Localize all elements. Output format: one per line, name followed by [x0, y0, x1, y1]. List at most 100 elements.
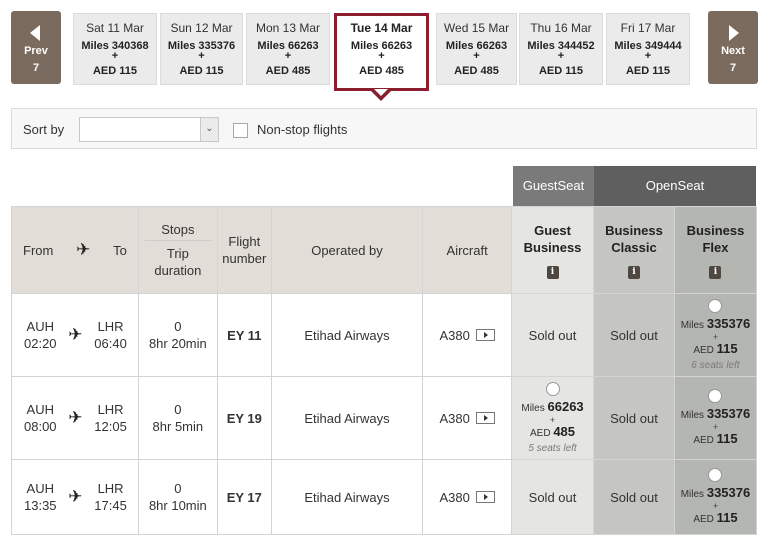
aircraft-details-play-icon[interactable]: [475, 491, 495, 503]
aircraft-cell: A380: [422, 459, 513, 535]
stops-count: 0: [174, 481, 182, 496]
header-stops-duration: Stops Trip duration: [137, 206, 218, 294]
sort-by-select[interactable]: ⌄: [79, 117, 219, 142]
plus-sign: +: [712, 500, 719, 511]
nonstop-label[interactable]: Non-stop flights: [257, 122, 347, 137]
arrival-time: 06:40: [94, 336, 127, 351]
airplane-icon: ✈: [68, 408, 83, 427]
info-icon[interactable]: i: [627, 265, 640, 279]
fare-radio[interactable]: [708, 299, 723, 313]
stops-count: 0: [174, 319, 182, 334]
miles-value: 335376: [706, 316, 751, 331]
plus-sign: +: [712, 332, 719, 342]
sort-by-label: Sort by: [23, 122, 65, 137]
date-tile-wed-15[interactable]: Wed 15 Mar Miles 66263 + AED 485: [436, 13, 517, 85]
date-aed: AED 115: [625, 65, 671, 77]
guestseat-category-header: GuestSeat: [513, 166, 594, 206]
header-stops: Stops: [144, 222, 211, 241]
fare-radio[interactable]: [708, 467, 723, 482]
nonstop-checkbox[interactable]: [233, 123, 248, 138]
departure-time: 02:20: [24, 336, 57, 351]
date-aed: AED 115: [538, 65, 584, 77]
miles-label: Miles: [680, 488, 705, 500]
date-tile-sun-12[interactable]: Sun 12 Mar Miles 335376 + AED 115: [160, 13, 243, 85]
openseat-category-header: OpenSeat: [594, 166, 756, 206]
date-tile-sat-11[interactable]: Sat 11 Mar Miles 340368 + AED 115: [73, 13, 157, 85]
miles-label: Miles: [680, 320, 705, 331]
aed-label: AED: [693, 345, 714, 356]
prev-label: Prev: [24, 45, 48, 57]
operator: Etihad Airways: [270, 459, 424, 535]
chevron-down-icon[interactable]: ⌄: [200, 118, 218, 141]
aircraft-details-play-icon[interactable]: [475, 329, 495, 341]
date-aed: AED 115: [92, 65, 138, 77]
aed-value: 115: [716, 509, 738, 525]
trip-duration: 8hr 20min: [148, 336, 207, 351]
date-tile-fri-17[interactable]: Fri 17 Mar Miles 349444 + AED 115: [606, 13, 690, 85]
date-tile-mon-13[interactable]: Mon 13 Mar Miles 66263 + AED 485: [246, 13, 330, 85]
date-aed: AED 485: [359, 65, 404, 77]
info-icon[interactable]: i: [709, 265, 722, 279]
aircraft-type: A380: [439, 327, 470, 343]
prev-count: 7: [32, 62, 40, 74]
header-business-flex: Business Flex i: [673, 206, 758, 294]
date-tile-tue-14-selected[interactable]: Tue 14 Mar Miles 66263 + AED 485: [334, 13, 429, 91]
departure-time: 13:35: [24, 498, 57, 513]
stops-count: 0: [174, 402, 182, 417]
header-flight-number: Flight number: [216, 206, 272, 294]
trip-duration: 8hr 10min: [148, 498, 207, 513]
aircraft-cell: A380: [422, 293, 513, 377]
date-plus: +: [644, 50, 652, 62]
fare-business-flex[interactable]: Miles 335376 + AED 115: [673, 376, 758, 460]
stops-cell: 0 8hr 10min: [137, 459, 218, 535]
header-to: To: [113, 242, 127, 258]
fare-business-classic: Sold out: [593, 293, 675, 377]
info-icon[interactable]: i: [546, 265, 559, 279]
aircraft-cell: A380: [422, 376, 513, 460]
arrival-time: 17:45: [94, 498, 127, 513]
fare-guest-business[interactable]: Miles 66263 + AED 485 5 seats left: [511, 376, 594, 460]
fare-radio[interactable]: [545, 382, 560, 396]
stops-cell: 0 8hr 20min: [137, 293, 218, 377]
date-aed: AED 115: [179, 65, 224, 77]
header-business-classic: Business Classic i: [593, 206, 675, 294]
prev-dates-button[interactable]: Prev 7: [11, 11, 61, 84]
selected-date-pointer-inner: [374, 89, 388, 96]
seats-left: 5 seats left: [528, 443, 577, 454]
airplane-icon: ✈: [76, 240, 91, 259]
aed-value: 115: [716, 430, 738, 446]
aed-value: 115: [716, 341, 738, 356]
table-header-row: From ✈ To Stops Trip duration Flight num…: [11, 206, 758, 294]
aircraft-details-play-icon[interactable]: [475, 412, 495, 424]
next-label: Next: [721, 45, 745, 57]
table-row: AUH 02:20 ✈ LHR 06:40 0 8hr 20min EY 11 Et…: [11, 293, 758, 377]
fare-guest-business: Sold out: [511, 293, 594, 377]
next-count: 7: [729, 62, 737, 74]
route-cell: AUH 08:00 ✈ LHR 12:05: [11, 376, 139, 460]
next-dates-button[interactable]: Next 7: [708, 11, 758, 84]
aed-label: AED: [693, 434, 714, 446]
header-flight-number-label: Flight number: [222, 234, 267, 266]
fare-business-classic: Sold out: [593, 459, 675, 535]
date-plus: +: [198, 50, 205, 62]
flight-number: EY 11: [216, 293, 272, 377]
date-plus: +: [473, 50, 480, 62]
fare-business-flex[interactable]: Miles 335376 + AED 115 6 seats left: [673, 293, 758, 377]
arrival-time: 12:05: [94, 419, 127, 434]
fare-business-flex[interactable]: Miles 335376 + AED 115: [673, 459, 758, 535]
departure-time: 08:00: [24, 419, 57, 434]
plus-sign: +: [549, 415, 556, 425]
header-duration: Trip duration: [154, 245, 202, 278]
table-row: AUH 08:00 ✈ LHR 12:05 0 8hr 5min EY 19 Eti…: [11, 376, 758, 460]
fare-business-classic: Sold out: [593, 376, 675, 460]
aed-label: AED: [529, 428, 551, 439]
miles-value: 335376: [706, 405, 751, 421]
date-tile-thu-16[interactable]: Thu 16 Mar Miles 344452 + AED 115: [519, 13, 603, 85]
operator: Etihad Airways: [270, 376, 424, 460]
origin-code: AUH: [26, 402, 54, 417]
trip-duration: 8hr 5min: [152, 419, 204, 434]
fare-radio[interactable]: [708, 388, 723, 403]
fare-name: Business Flex: [686, 222, 745, 255]
date-plus: +: [111, 50, 119, 62]
miles-value: 66263: [547, 399, 584, 414]
